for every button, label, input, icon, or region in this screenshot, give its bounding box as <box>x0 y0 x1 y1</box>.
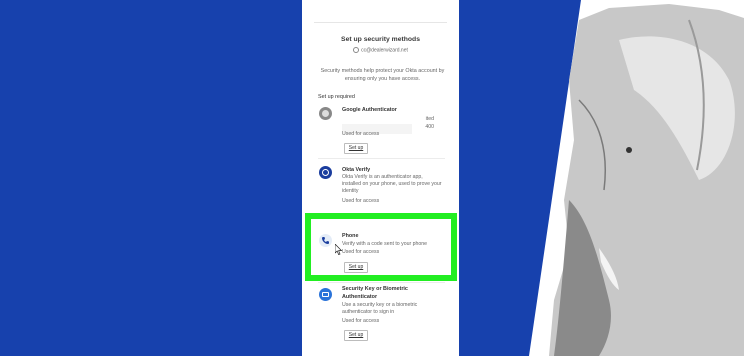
left-background-panel <box>0 0 302 356</box>
elephant-illustration <box>459 0 744 356</box>
method-desc-line1: ited <box>425 116 434 122</box>
method-used: Used for access <box>342 318 380 324</box>
email-text: cc@dealerwizard.net <box>361 47 408 54</box>
security-key-icon <box>319 288 332 301</box>
method-desc: Okta Verify is an authenticator app, ins… <box>342 174 442 194</box>
section-label: Set up required <box>318 94 355 100</box>
method-name: Security Key or Biometric Authenticator <box>342 286 408 300</box>
setup-google-authenticator-button[interactable]: Set up <box>344 143 368 154</box>
mouse-cursor-icon <box>335 244 343 255</box>
method-used: Used for access <box>342 131 380 137</box>
card-description: Security methods help protect your Okta … <box>320 68 445 82</box>
method-name: Okta Verify <box>342 167 371 173</box>
page-title: Set up security methods <box>341 36 420 43</box>
user-email: cc@dealerwizard.net <box>302 47 459 53</box>
method-name: Google Authenticator <box>342 107 397 113</box>
google-authenticator-icon <box>319 107 332 120</box>
phone-highlight-box <box>305 213 457 281</box>
method-desc: Use a security key or a biometric authen… <box>342 302 418 315</box>
card-divider <box>314 22 447 23</box>
method-divider <box>318 282 445 283</box>
security-methods-card: Set up security methods cc@dealerwizard.… <box>302 0 459 356</box>
method-desc-line2: 400 <box>425 124 434 130</box>
method-divider <box>318 158 445 159</box>
method-used: Used for access <box>342 198 380 204</box>
setup-security-key-button[interactable]: Set up <box>344 330 368 341</box>
okta-verify-icon <box>319 166 332 179</box>
user-icon <box>353 47 360 53</box>
right-background-panel <box>459 0 744 356</box>
